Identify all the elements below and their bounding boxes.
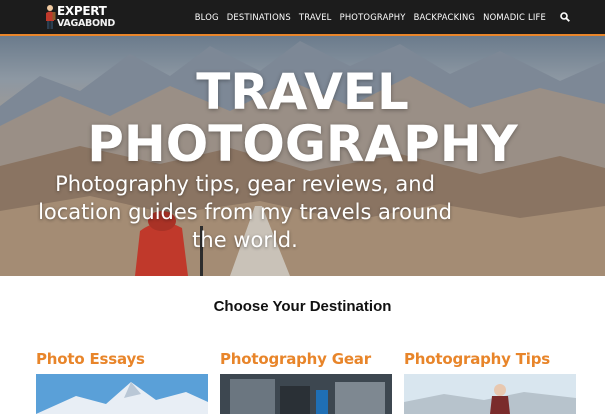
hiker-figure-icon: [46, 5, 56, 29]
nav-nomadic-life[interactable]: NOMADIC LIFE: [483, 12, 546, 22]
hero-title-line1: TRAVEL: [196, 63, 409, 121]
category-photography-gear[interactable]: Photography Gear: [220, 350, 395, 414]
hero-subtitle: Photography tips, gear reviews, and loca…: [38, 172, 452, 252]
category-photography-tips[interactable]: Photography Tips: [404, 350, 579, 414]
top-navbar: EXPERT VAGABOND BLOG DESTINATIONS TRAVEL…: [0, 0, 605, 36]
category-photo-essays[interactable]: Photo Essays: [36, 350, 211, 414]
logo-text-line1: EXPERT: [57, 4, 107, 18]
nav-blog[interactable]: BLOG: [195, 12, 219, 22]
category-title[interactable]: Photo Essays: [36, 350, 211, 368]
category-thumbnail[interactable]: [36, 374, 208, 414]
site-logo[interactable]: EXPERT VAGABOND: [44, 3, 115, 31]
nav-backpacking[interactable]: BACKPACKING: [414, 12, 476, 22]
hero-title-line2: PHOTOGRAPHY: [87, 115, 518, 173]
nav-destinations[interactable]: DESTINATIONS: [227, 12, 291, 22]
search-icon[interactable]: [560, 12, 570, 22]
logo-text-line2: VAGABOND: [57, 18, 115, 29]
category-thumbnail[interactable]: [404, 374, 576, 414]
category-thumbnail[interactable]: [220, 374, 392, 414]
nav-photography[interactable]: PHOTOGRAPHY: [340, 12, 406, 22]
hero-banner: TRAVEL PHOTOGRAPHY Photography tips, gea…: [0, 36, 605, 276]
main-menu: BLOG DESTINATIONS TRAVEL PHOTOGRAPHY BAC…: [195, 0, 570, 34]
category-title[interactable]: Photography Tips: [404, 350, 579, 368]
category-title[interactable]: Photography Gear: [220, 350, 395, 368]
section-heading: Choose Your Destination: [213, 298, 392, 315]
nav-travel[interactable]: TRAVEL: [299, 12, 332, 22]
